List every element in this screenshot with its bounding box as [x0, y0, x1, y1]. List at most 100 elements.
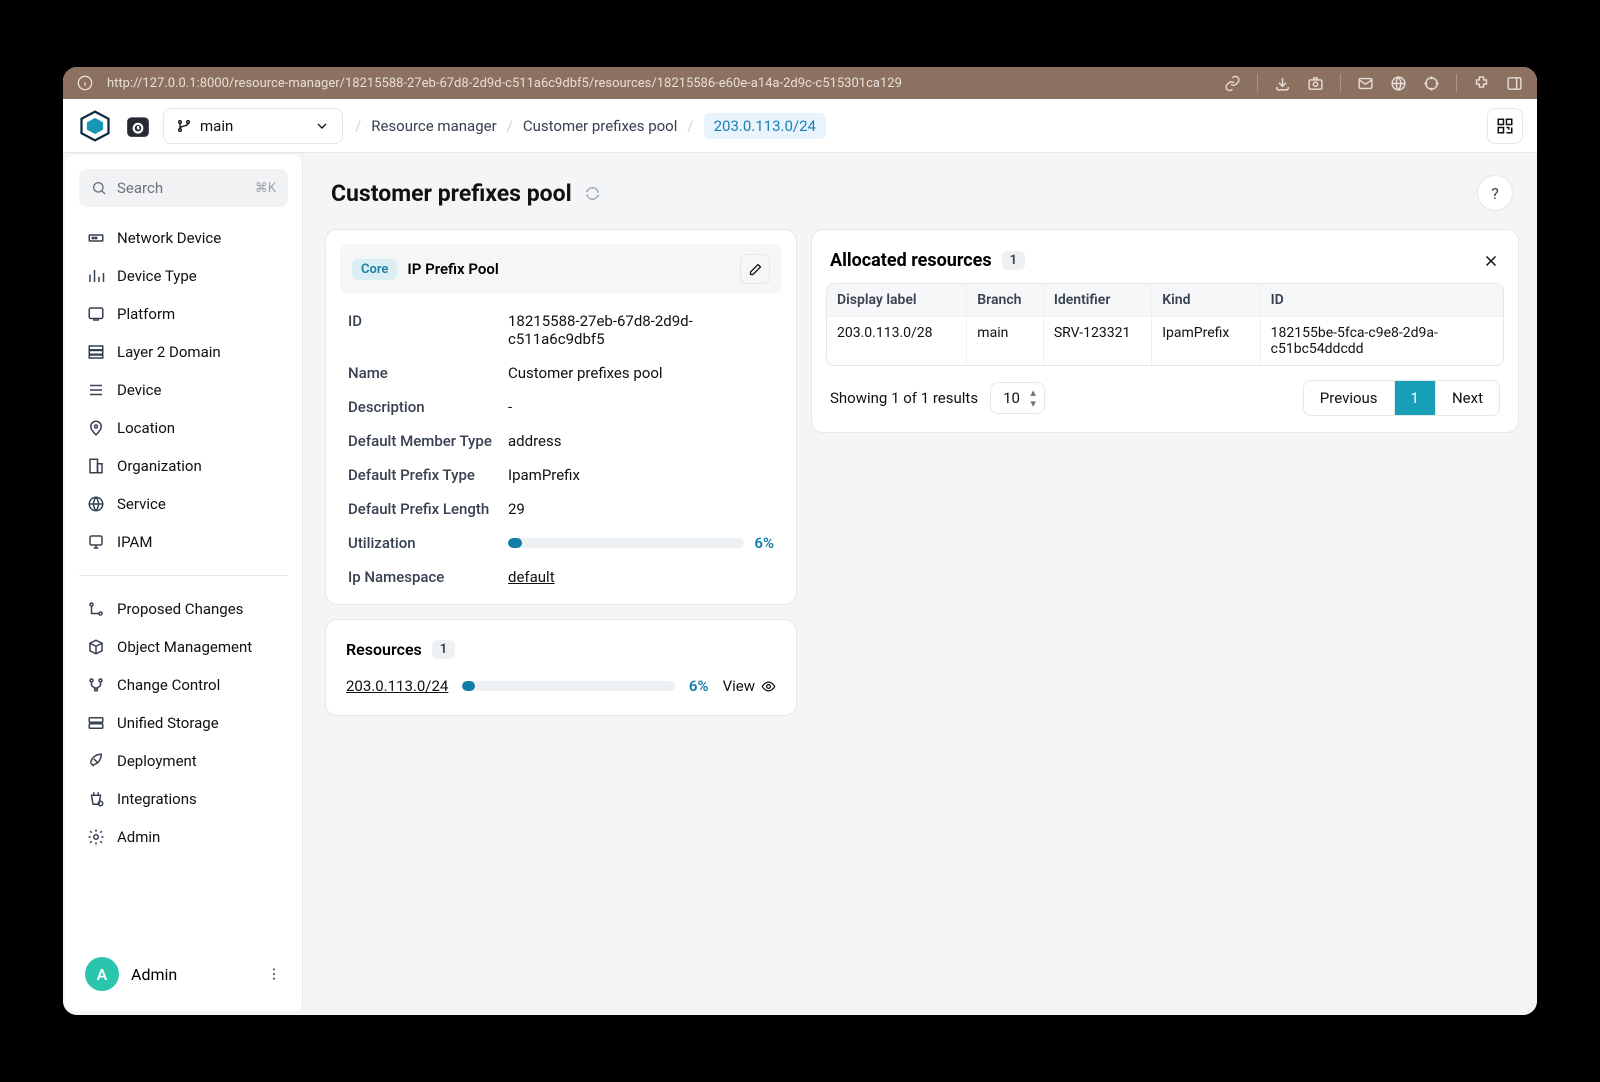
- field-default-prefix-type: IpamPrefix: [508, 466, 774, 484]
- field-label: Ip Namespace: [348, 568, 508, 586]
- sidebar-item-label: Device Type: [117, 267, 197, 285]
- globe-icon[interactable]: [1390, 75, 1407, 92]
- field-label: Utilization: [348, 534, 508, 552]
- target-icon[interactable]: [1423, 75, 1440, 92]
- sidebar-item-device-type[interactable]: Device Type: [75, 259, 292, 293]
- utilization-pct: 6%: [754, 534, 774, 552]
- table-footer: Showing 1 of 1 results 10 ▴▾ Previous 1 …: [826, 366, 1504, 418]
- field-default-prefix-length: 29: [508, 500, 774, 518]
- sidebar-item-network-device[interactable]: Network Device: [75, 221, 292, 255]
- allocated-count: 1: [1002, 251, 1025, 270]
- url: http://127.0.0.1:8000/resource-manager/1…: [107, 76, 902, 91]
- crumb-resource-manager[interactable]: Resource manager: [371, 117, 496, 135]
- utilization-bar: [508, 538, 744, 548]
- link-icon[interactable]: [1224, 75, 1241, 92]
- sidebar-item-change-control[interactable]: Change Control: [75, 668, 292, 702]
- field-description: -: [508, 398, 774, 416]
- sidebar-item-integrations[interactable]: Integrations: [75, 782, 292, 816]
- titlebar-actions: [1224, 74, 1523, 92]
- more-icon[interactable]: [266, 966, 282, 982]
- col-branch: Branch: [967, 284, 1044, 316]
- sidebar-item-deployment[interactable]: Deployment: [75, 744, 292, 778]
- table-header: Display label Branch Identifier Kind ID: [827, 284, 1503, 316]
- page-size-select[interactable]: 10 ▴▾: [990, 382, 1045, 414]
- sidebar-item-label: IPAM: [117, 533, 152, 551]
- help-button[interactable]: ?: [1477, 175, 1513, 211]
- crumb-current: 203.0.113.0/24: [704, 113, 826, 139]
- main-content: Customer prefixes pool ? Core IP Prefix …: [307, 153, 1537, 1015]
- core-chip: Core: [352, 259, 397, 280]
- field-label: Default Prefix Length: [348, 500, 508, 518]
- sidebar-item-label: Network Device: [117, 229, 221, 247]
- page-1[interactable]: 1: [1395, 381, 1436, 415]
- namespace-link[interactable]: default: [508, 568, 555, 586]
- sidebar-item-unified-storage[interactable]: Unified Storage: [75, 706, 292, 740]
- avatar: A: [85, 957, 119, 991]
- sidebar-item-platform[interactable]: Platform: [75, 297, 292, 331]
- sidebar-item-admin[interactable]: Admin: [75, 820, 292, 854]
- sidebar-user[interactable]: A Admin: [73, 947, 294, 1001]
- resource-row: 203.0.113.0/24 6% View: [340, 671, 782, 701]
- details-card: Core IP Prefix Pool ID 18215588-27eb-67d…: [325, 229, 797, 605]
- table-row[interactable]: 203.0.113.0/28 main SRV-123321 IpamPrefi…: [827, 316, 1503, 365]
- nav-separator: [79, 575, 288, 576]
- sidebar-item-label: Change Control: [117, 676, 220, 694]
- user-name: Admin: [131, 965, 177, 984]
- field-label: Default Prefix Type: [348, 466, 508, 484]
- resource-link[interactable]: 203.0.113.0/24: [346, 677, 448, 695]
- next-button[interactable]: Next: [1436, 381, 1499, 415]
- prev-button[interactable]: Previous: [1304, 381, 1395, 415]
- col-identifier: Identifier: [1044, 284, 1152, 316]
- select-caret-icon: ▴▾: [1030, 387, 1036, 409]
- resource-view[interactable]: View: [723, 677, 776, 695]
- extension-icon[interactable]: [1473, 75, 1490, 92]
- sidebar-item-layer2[interactable]: Layer 2 Domain: [75, 335, 292, 369]
- sidebar-item-proposed-changes[interactable]: Proposed Changes: [75, 592, 292, 626]
- resource-pct: 6%: [689, 677, 709, 695]
- sidebar-item-label: Layer 2 Domain: [117, 343, 221, 361]
- resources-card: Resources 1 203.0.113.0/24 6% View: [325, 619, 797, 716]
- search-input[interactable]: Search ⌘K: [79, 169, 288, 207]
- edit-button[interactable]: [740, 254, 770, 284]
- refresh-icon[interactable]: [584, 185, 601, 202]
- cell-id: 182155be-5fca-c9e8-2d9a-c51bc54ddcdd: [1261, 317, 1503, 365]
- sidebar: Search ⌘K Network Device Device Type Pla…: [65, 155, 303, 1011]
- allocated-table: Display label Branch Identifier Kind ID …: [826, 283, 1504, 366]
- download-icon[interactable]: [1274, 75, 1291, 92]
- allocated-title: Allocated resources: [830, 250, 992, 271]
- sidebar-item-label: Integrations: [117, 790, 197, 808]
- col-display-label: Display label: [827, 284, 967, 316]
- sidebar-item-object-mgmt[interactable]: Object Management: [75, 630, 292, 664]
- calendar-icon[interactable]: [125, 113, 151, 139]
- sidebar-item-ipam[interactable]: IPAM: [75, 525, 292, 559]
- qr-icon[interactable]: [1487, 108, 1523, 144]
- branch-icon: [176, 118, 192, 134]
- pagination-summary: Showing 1 of 1 results: [830, 389, 978, 407]
- close-icon[interactable]: [1482, 252, 1500, 270]
- panel-icon[interactable]: [1506, 75, 1523, 92]
- resources-count: 1: [432, 640, 455, 659]
- nav-primary: Network Device Device Type Platform Laye…: [73, 217, 294, 563]
- field-default-member-type: address: [508, 432, 774, 450]
- pagination: Previous 1 Next: [1303, 380, 1500, 416]
- branch-selector[interactable]: main: [163, 108, 343, 144]
- type-label: IP Prefix Pool: [407, 260, 498, 278]
- field-name: Customer prefixes pool: [508, 364, 774, 382]
- app-logo-icon[interactable]: [77, 108, 113, 144]
- cell-branch: main: [967, 317, 1044, 365]
- sidebar-item-location[interactable]: Location: [75, 411, 292, 445]
- sidebar-item-device[interactable]: Device: [75, 373, 292, 407]
- camera-icon[interactable]: [1307, 75, 1324, 92]
- field-label: Name: [348, 364, 508, 382]
- sidebar-item-label: Object Management: [117, 638, 252, 656]
- mail-icon[interactable]: [1357, 75, 1374, 92]
- resources-title: Resources: [346, 640, 422, 659]
- crumb-pool[interactable]: Customer prefixes pool: [523, 117, 678, 135]
- sidebar-item-label: Service: [117, 495, 166, 513]
- sidebar-item-service[interactable]: Service: [75, 487, 292, 521]
- cell-display-label: 203.0.113.0/28: [827, 317, 967, 365]
- col-kind: Kind: [1152, 284, 1260, 316]
- breadcrumb: / Resource manager / Customer prefixes p…: [355, 113, 826, 139]
- sidebar-item-organization[interactable]: Organization: [75, 449, 292, 483]
- search-placeholder: Search: [117, 179, 163, 197]
